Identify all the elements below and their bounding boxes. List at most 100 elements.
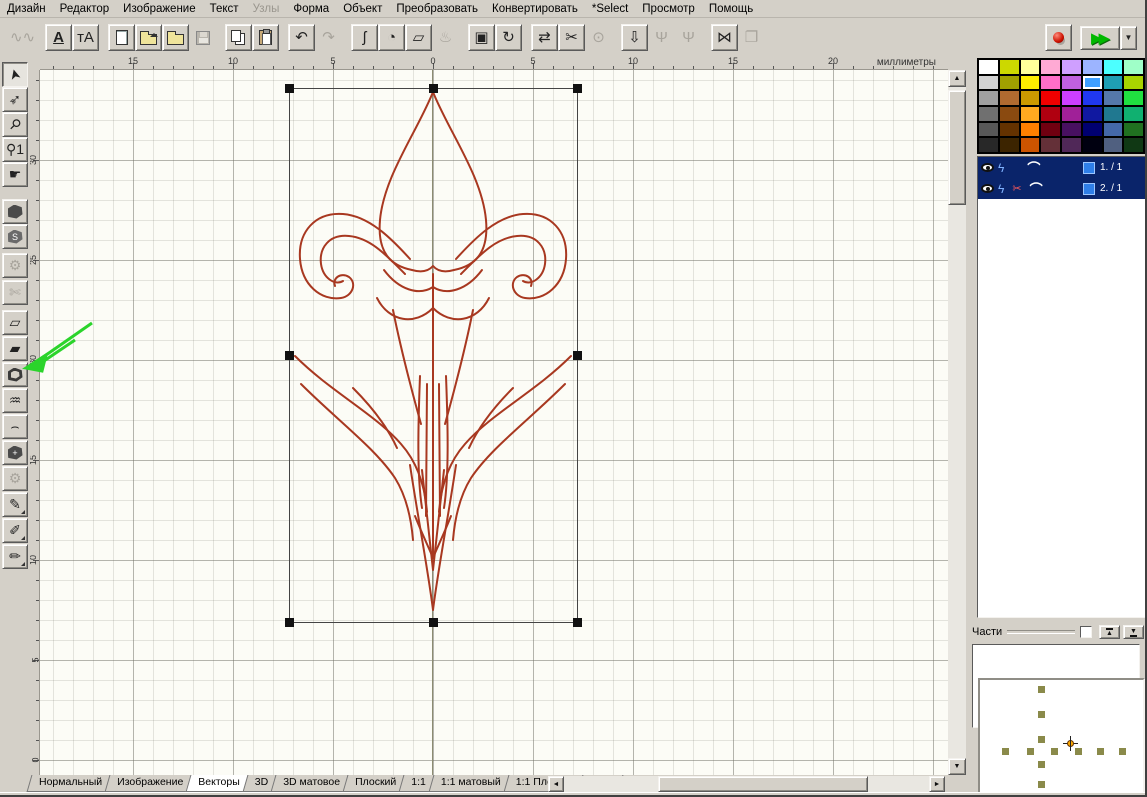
palette-swatch[interactable] <box>1021 76 1040 90</box>
menu-select[interactable]: *Select <box>585 2 635 16</box>
palette-swatch[interactable] <box>1083 138 1102 152</box>
layer-color-swatch[interactable] <box>1083 183 1095 195</box>
palette-swatch[interactable] <box>979 76 998 90</box>
palette-swatch[interactable] <box>1104 91 1123 105</box>
eye-icon[interactable] <box>981 163 994 172</box>
vertical-scrollbar[interactable]: ▲ ▼ <box>948 70 966 775</box>
palette-swatch[interactable] <box>1062 60 1081 74</box>
palette-swatch[interactable] <box>1124 138 1143 152</box>
selection-handle[interactable] <box>285 84 294 93</box>
palette-swatch[interactable] <box>979 123 998 137</box>
tab-3dматовое[interactable]: 3D матовое <box>273 775 350 792</box>
tab-изображение[interactable]: Изображение <box>107 775 193 792</box>
vertical-scroll-thumb[interactable] <box>948 90 966 205</box>
zoom-tool-icon[interactable]: ⚲ <box>2 112 28 137</box>
parts-checkbox[interactable] <box>1080 626 1092 638</box>
rotate-selection-icon[interactable]: ↻ <box>495 24 522 51</box>
menu-[interactable]: Редактор <box>53 2 117 16</box>
palette-swatch[interactable] <box>1000 138 1019 152</box>
copy-icon[interactable] <box>225 24 252 51</box>
palette-swatch[interactable] <box>979 107 998 121</box>
palette-swatch[interactable] <box>1104 76 1123 90</box>
palette-swatch[interactable] <box>1021 91 1040 105</box>
ribbon-tool-icon[interactable]: ▱ <box>2 310 28 335</box>
arc-tool-icon[interactable]: ⌢ <box>2 414 28 439</box>
palette-swatch[interactable] <box>1021 138 1040 152</box>
open-file-icon[interactable] <box>135 24 162 51</box>
selection-handle[interactable] <box>285 618 294 627</box>
undo-icon[interactable]: ↶ <box>288 24 315 51</box>
palette-swatch[interactable] <box>1021 107 1040 121</box>
palette-swatch[interactable] <box>1083 123 1102 137</box>
zoom-1to1-tool-icon[interactable]: ⚲1 <box>2 137 28 162</box>
menu-[interactable]: Преобразовать <box>389 2 485 16</box>
menu-[interactable]: Форма <box>286 2 336 16</box>
palette-swatch-selected[interactable] <box>1083 76 1102 90</box>
palette-swatch[interactable] <box>1083 60 1102 74</box>
selection-box[interactable] <box>289 88 578 623</box>
fill-plus-tool-icon[interactable]: + <box>2 440 28 465</box>
run-simulation-icon[interactable]: ▶▶ <box>1080 26 1120 50</box>
import-file-icon[interactable] <box>162 24 189 51</box>
fill-photo-tool-icon[interactable]: S <box>2 224 28 249</box>
outline-shape-tool-icon[interactable] <box>2 362 28 387</box>
move-bottom-button[interactable]: ▼ <box>1123 625 1144 639</box>
palette-swatch[interactable] <box>979 60 998 74</box>
palette-swatch[interactable] <box>1021 60 1040 74</box>
menu-[interactable]: Конвертировать <box>485 2 585 16</box>
paste-icon[interactable] <box>252 24 279 51</box>
palette-swatch[interactable] <box>1104 123 1123 137</box>
selection-handle[interactable] <box>573 618 582 627</box>
hide-cut-icon[interactable]: ✂ <box>558 24 585 51</box>
selection-handle[interactable] <box>285 351 294 360</box>
palette-swatch[interactable] <box>1062 123 1081 137</box>
color-change-icon[interactable] <box>1045 24 1072 51</box>
presser-foot-icon[interactable]: ⇩ <box>621 24 648 51</box>
zigzag-tool-icon[interactable]: ♒ <box>2 388 28 413</box>
palette-swatch[interactable] <box>1062 91 1081 105</box>
scroll-up-icon[interactable]: ▲ <box>948 70 966 87</box>
scroll-left-icon[interactable]: ◄ <box>548 776 564 792</box>
palette-swatch[interactable] <box>1041 76 1060 90</box>
palette-swatch[interactable] <box>1062 107 1081 121</box>
menu-[interactable]: Объект <box>336 2 389 16</box>
horizontal-scrollbar[interactable]: ◄ ► <box>548 776 945 792</box>
node-edit-tool-icon[interactable]: ➳ <box>2 87 28 112</box>
palette-swatch[interactable] <box>1104 107 1123 121</box>
palette-swatch[interactable] <box>1062 76 1081 90</box>
palette-swatch[interactable] <box>979 138 998 152</box>
text-icon[interactable]: A <box>45 24 72 51</box>
selection-handle[interactable] <box>429 618 438 627</box>
selection-handle[interactable] <box>429 84 438 93</box>
pan-tool-icon[interactable]: ☛ <box>2 162 28 187</box>
tab-нормальный[interactable]: Нормальный <box>29 775 112 792</box>
new-document-icon[interactable] <box>108 24 135 51</box>
palette-swatch[interactable] <box>1041 107 1060 121</box>
palette-swatch[interactable] <box>1104 60 1123 74</box>
palette-swatch[interactable] <box>1000 76 1019 90</box>
tab-11матовый[interactable]: 1:1 матовый <box>431 775 511 792</box>
tab-плоский[interactable]: Плоский <box>345 775 406 792</box>
satin-tool-icon[interactable]: ▰ <box>2 336 28 361</box>
menu-[interactable]: Помощь <box>702 2 760 16</box>
palette-swatch[interactable] <box>1000 60 1019 74</box>
layer-row[interactable]: ϟ✂⌒2. / 1 <box>978 178 1145 199</box>
menu-[interactable]: Изображение <box>116 2 202 16</box>
bezier-tool-icon[interactable]: ʃ <box>351 24 378 51</box>
horizontal-scroll-thumb[interactable] <box>658 776 868 792</box>
eraser-icon[interactable]: ▱ <box>405 24 432 51</box>
menu-[interactable]: Дизайн <box>0 2 53 16</box>
palette-swatch[interactable] <box>1124 107 1143 121</box>
palette-swatch[interactable] <box>1104 138 1123 152</box>
palette-swatch[interactable] <box>1124 76 1143 90</box>
palette-swatch[interactable] <box>1062 138 1081 152</box>
run-dropdown-button[interactable]: ▼ <box>1120 26 1137 50</box>
gauge-icon[interactable]: ◔ <box>378 24 405 51</box>
palette-swatch[interactable] <box>1041 138 1060 152</box>
move-top-button[interactable]: ▲ <box>1099 625 1120 639</box>
palette-swatch[interactable] <box>1124 91 1143 105</box>
palette-swatch[interactable] <box>1124 123 1143 137</box>
magic-pen-tool-icon[interactable]: ✐ <box>2 518 28 543</box>
mirror-icon[interactable]: ⇄ <box>531 24 558 51</box>
eye-icon[interactable] <box>981 184 994 193</box>
